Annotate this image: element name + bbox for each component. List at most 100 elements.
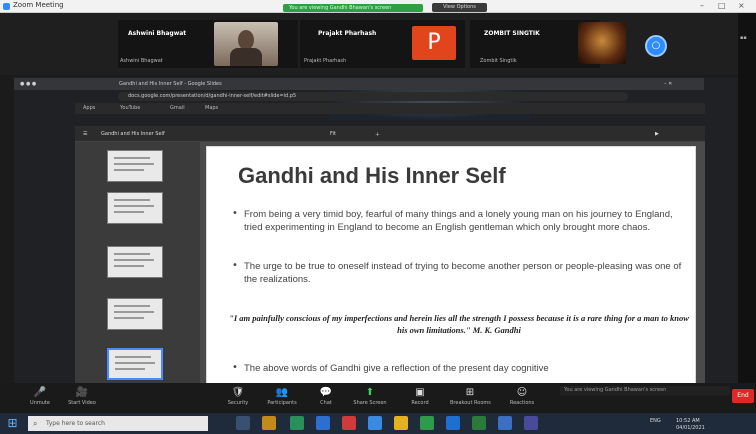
bullet-marker: • — [232, 208, 238, 219]
word-icon[interactable] — [446, 416, 460, 430]
title-bar: Zoom Meeting You are viewing Gandhi Bhaw… — [0, 0, 756, 13]
slide-bullet: The urge to be true to oneself instead o… — [244, 261, 682, 285]
control-label: Reactions — [509, 400, 535, 406]
control-label: Chat — [320, 400, 332, 406]
slide-quote: "I am painfully conscious of my imperfec… — [229, 313, 689, 335]
bookmarks-bar: Apps YouTube Gmail Maps — [75, 103, 705, 114]
browser-tabbar: ● ● ● Gandhi and His Inner Self - Google… — [14, 78, 704, 90]
zoom-app-icon — [3, 3, 10, 10]
bookmark-item[interactable]: YouTube — [120, 105, 140, 111]
app-icon[interactable] — [524, 416, 538, 430]
participant-video — [578, 22, 626, 64]
control-label: Breakout Rooms — [450, 400, 491, 406]
zoom-window: Zoom Meeting You are viewing Gandhi Bhaw… — [0, 0, 756, 434]
search-placeholder: Type here to search — [46, 420, 105, 427]
windows-start-icon[interactable]: ⊞ — [6, 417, 19, 430]
slide-bullet: From being a very timid boy, fearful of … — [244, 209, 673, 233]
app-icon[interactable] — [420, 416, 434, 430]
slide-thumbnail[interactable] — [107, 150, 163, 182]
present-icon[interactable]: ▶ — [655, 131, 659, 137]
task-view-icon[interactable] — [236, 416, 250, 430]
excel-icon[interactable] — [472, 416, 486, 430]
bookmark-item[interactable]: Apps — [83, 105, 95, 111]
participants-button[interactable]: 👥 Participants — [262, 383, 302, 413]
app-icon[interactable] — [498, 416, 512, 430]
start-video-button[interactable]: 🎥 Start Video — [62, 383, 102, 413]
control-label: Start Video — [68, 400, 96, 406]
person-body — [230, 48, 262, 66]
zoom-level[interactable]: Fit — [330, 131, 336, 137]
viewing-tooltip: You are viewing Gandhi Bhawan's screen — [560, 386, 730, 395]
chrome-icon[interactable] — [394, 416, 408, 430]
bookmark-item[interactable]: Maps — [205, 105, 218, 111]
slide-title: Gandhi and His Inner Self — [238, 163, 506, 188]
control-label: Participants — [267, 400, 297, 406]
control-label: Share Screen — [353, 400, 387, 406]
taskbar-search-input[interactable]: ⌕ Type here to search — [28, 416, 208, 431]
bullet-marker: • — [232, 260, 238, 271]
shield-icon: 🛡 — [231, 387, 245, 398]
clock-time[interactable]: 10:52 AM — [676, 418, 700, 424]
minimize-icon[interactable]: – — [700, 1, 704, 10]
app-icon[interactable] — [342, 416, 356, 430]
microphone-icon: 🎤 — [33, 387, 47, 398]
chat-icon: 💬 — [319, 387, 333, 398]
window-title: Zoom Meeting — [13, 1, 64, 9]
slide-thumbnail[interactable] — [107, 192, 163, 224]
file-explorer-icon[interactable] — [262, 416, 276, 430]
participant-subname: Zombit Singtik — [480, 58, 517, 64]
participant-tile[interactable]: Ashwini Bhagwat Ashwini Bhagwat — [118, 20, 298, 68]
unmute-button[interactable]: 🎤 Unmute — [20, 383, 60, 413]
menu-icon[interactable]: ☰ — [83, 131, 87, 137]
more-options-icon[interactable]: ▪▪ — [740, 35, 747, 41]
control-label: Record — [411, 400, 429, 406]
language-indicator[interactable]: ENG — [650, 418, 661, 424]
participant-name: Prajakt Pharhash — [318, 30, 377, 37]
share-screen-button[interactable]: ⬆ Share Screen — [350, 383, 390, 413]
breakout-rooms-icon: ⊞ — [465, 387, 475, 398]
record-button[interactable]: ▣ Record — [400, 383, 440, 413]
slides-toolbar: ☰ Gandhi and His Inner Self Fit ＋ ▶ — [75, 126, 705, 142]
breakout-rooms-button[interactable]: ⊞ Breakout Rooms — [450, 383, 491, 413]
right-panel-strip: ▪▪ — [738, 13, 756, 383]
participant-initial-avatar: P — [412, 26, 456, 60]
reactions-icon: ☺ — [516, 387, 528, 398]
clock-date[interactable]: 04/01/2021 — [676, 425, 705, 431]
browser-minimize-icon[interactable]: – ✕ — [664, 81, 672, 87]
screen-share-banner: You are viewing Gandhi Bhawan's screen — [283, 4, 423, 12]
chat-button[interactable]: 💬 Chat — [306, 383, 346, 413]
share-screen-icon: ⬆ — [365, 387, 375, 398]
edge-icon[interactable] — [290, 416, 304, 430]
end-meeting-button[interactable]: End — [732, 389, 754, 403]
slide-thumbnail[interactable] — [107, 298, 163, 330]
maximize-icon[interactable]: □ — [718, 1, 726, 10]
participant-name: Ashwini Bhagwat — [128, 30, 187, 37]
participants-icon: 👥 — [275, 387, 289, 398]
zoom-taskbar-icon[interactable] — [368, 416, 382, 430]
browser-window-controls: ● ● ● — [20, 81, 37, 87]
store-icon[interactable] — [316, 416, 330, 430]
bookmark-item[interactable]: Gmail — [170, 105, 185, 111]
person-head — [238, 30, 254, 50]
bullet-marker: • — [232, 362, 238, 373]
record-icon: ▣ — [415, 387, 425, 398]
participant-subname: Prajakt Pharhash — [304, 58, 347, 64]
search-icon: ⌕ — [33, 419, 38, 428]
control-label: Unmute — [30, 400, 50, 406]
reactions-button[interactable]: ☺ Reactions — [502, 383, 542, 413]
participant-avatar: ○ — [645, 35, 667, 57]
security-button[interactable]: 🛡 Security — [218, 383, 258, 413]
address-bar[interactable]: docs.google.com/presentation/d/gandhi-in… — [118, 92, 628, 101]
close-icon[interactable]: × — [738, 1, 745, 10]
slide-thumbnail-selected[interactable] — [107, 348, 163, 380]
browser-tab[interactable]: Gandhi and His Inner Self - Google Slide… — [119, 81, 289, 87]
zoom-in-icon[interactable]: ＋ — [375, 131, 380, 138]
camera-icon: 🎥 — [75, 387, 89, 398]
participant-name: ZOMBIT SINGTIK — [484, 30, 540, 37]
view-options-button[interactable]: View Options — [432, 3, 487, 12]
slides-doc-title: Gandhi and His Inner Self — [101, 131, 165, 137]
control-label: Security — [227, 400, 249, 406]
slide-bullet: The above words of Gandhi give a reflect… — [244, 363, 549, 374]
slide-thumbnail[interactable] — [107, 246, 163, 278]
participant-video — [214, 22, 278, 66]
